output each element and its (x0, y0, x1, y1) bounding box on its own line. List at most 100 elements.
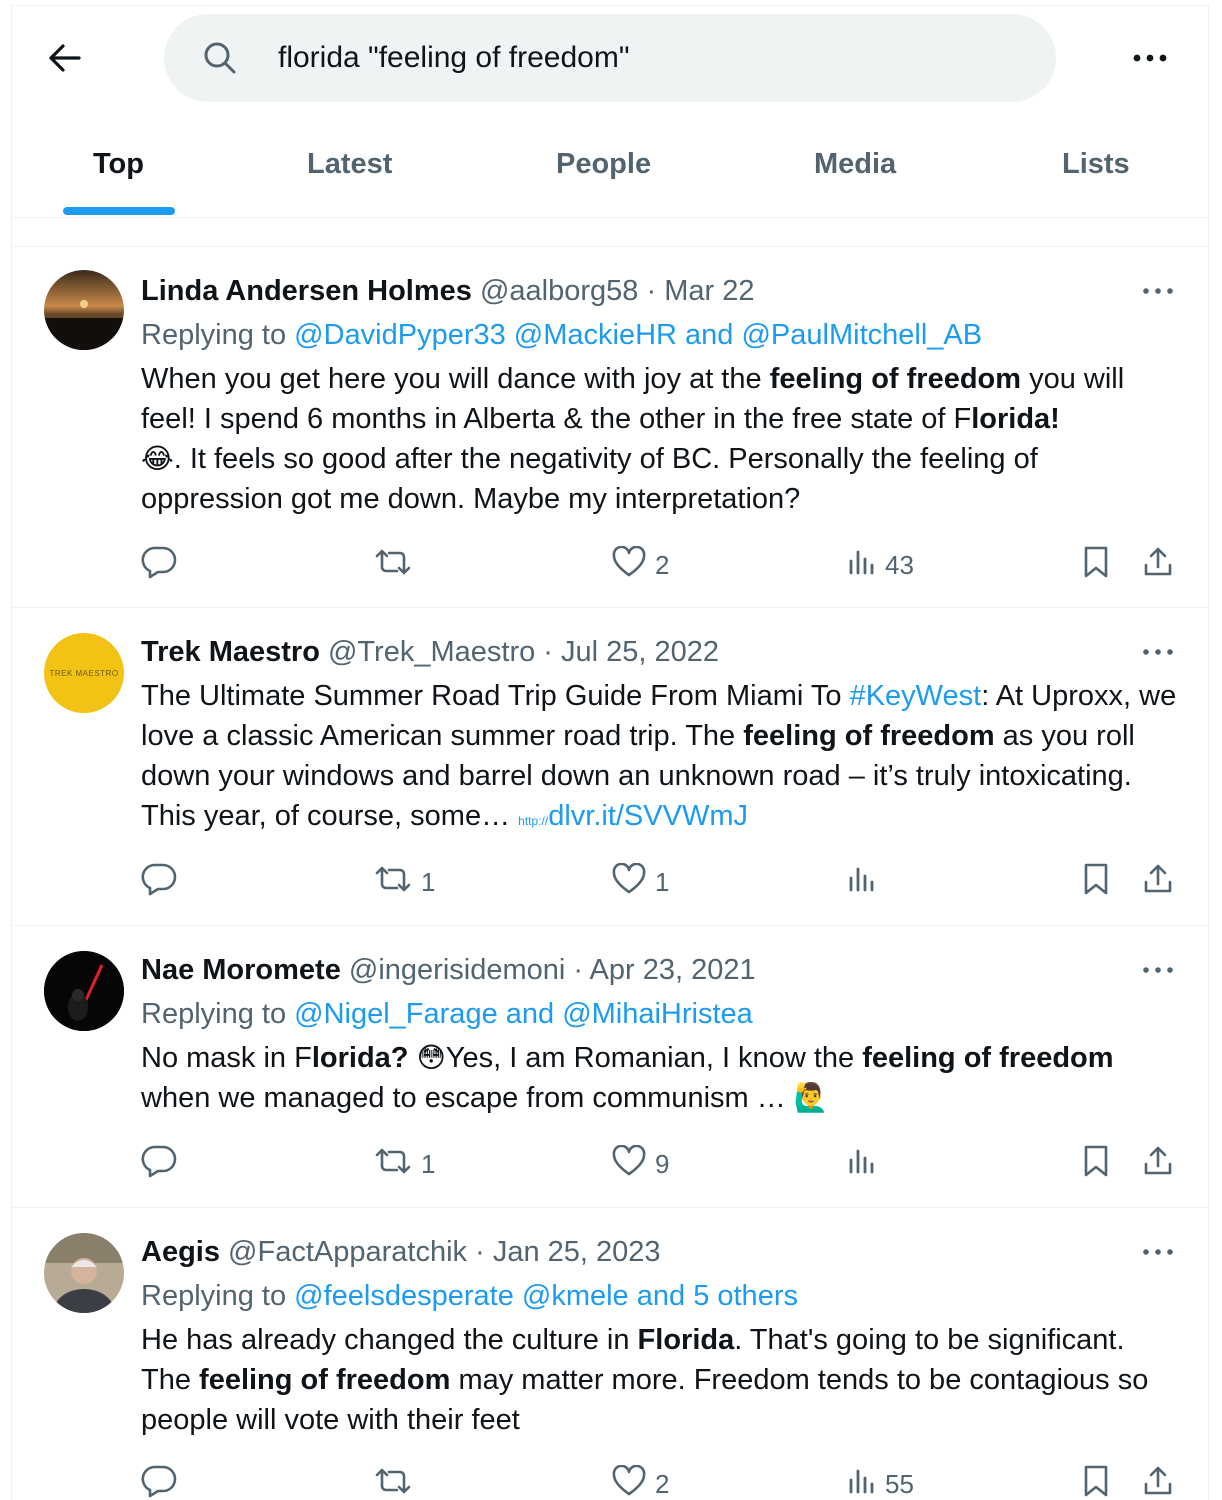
tab-latest[interactable]: Latest (307, 144, 392, 184)
search-input[interactable]: florida "feeling of freedom" (278, 38, 630, 78)
tab-top[interactable]: Top (93, 144, 144, 184)
retweet-icon (373, 1466, 413, 1500)
views-button[interactable] (847, 1144, 885, 1184)
like-button[interactable]: 2 (611, 1464, 669, 1500)
tweet-text: When you get here you will dance with jo… (141, 359, 1181, 519)
like-button[interactable]: 9 (611, 1144, 669, 1184)
reply-icon (141, 1464, 177, 1500)
separator-dot: · (475, 1236, 485, 1268)
tweet[interactable]: TREK MAESTRO Trek Maestro @Trek_Maestro … (12, 608, 1208, 926)
tweet-header: Aegis @FactApparatchik · Jan 25, 2023 (141, 1232, 661, 1272)
retweet-button[interactable]: 1 (373, 862, 435, 902)
text-part: when we managed to escape from communism… (141, 1082, 794, 1114)
handle[interactable]: @Trek_Maestro (328, 636, 535, 668)
tweet[interactable]: Linda Andersen Holmes @aalborg58 · Mar 2… (12, 247, 1208, 608)
reply-button[interactable] (141, 545, 185, 585)
bookmark-button[interactable] (1081, 862, 1111, 902)
avatar[interactable] (44, 951, 124, 1031)
link-prefix[interactable]: http:// (518, 814, 548, 828)
display-name[interactable]: Trek Maestro (141, 636, 320, 668)
handle[interactable]: @ingerisidemoni (349, 954, 565, 986)
tweet-actions: 1 9 (141, 1144, 1181, 1184)
retweet-button[interactable] (373, 545, 421, 585)
display-name[interactable]: Nae Moromete (141, 954, 341, 986)
tab-people[interactable]: People (556, 144, 651, 184)
bookmark-button[interactable] (1081, 545, 1111, 585)
tweet-more-icon[interactable] (1140, 642, 1176, 662)
replying-to: Replying to @DavidPyper33 @MackieHR and … (141, 315, 982, 355)
replying-links[interactable]: @DavidPyper33 @MackieHR and @PaulMitchel… (294, 319, 982, 351)
reply-button[interactable] (141, 1144, 185, 1184)
reply-icon (141, 862, 177, 903)
tweet-more-icon[interactable] (1140, 281, 1176, 301)
replying-links[interactable]: @feelsdesperate @kmele and 5 others (294, 1280, 798, 1312)
like-button[interactable]: 2 (611, 545, 669, 585)
emoji: 🙋‍♂️ (793, 1081, 829, 1114)
tweet-header: Linda Andersen Holmes @aalborg58 · Mar 2… (141, 271, 754, 311)
separator-dot: · (573, 954, 584, 986)
tweet[interactable]: Aegis @FactApparatchik · Jan 25, 2023 Re… (12, 1208, 1208, 1500)
handle[interactable]: @aalborg58 (480, 275, 638, 307)
display-name[interactable]: Linda Andersen Holmes (141, 275, 472, 307)
retweet-count: 1 (421, 1148, 436, 1179)
timestamp[interactable]: Jan 25, 2023 (493, 1236, 661, 1268)
tweet-more-icon[interactable] (1140, 1242, 1176, 1262)
bookmark-icon (1081, 545, 1111, 586)
text-part: He has already changed the culture in (141, 1324, 638, 1356)
reply-button[interactable] (141, 862, 185, 902)
emoji: 😳 (416, 1041, 446, 1074)
avatar[interactable]: TREK MAESTRO (44, 633, 124, 713)
timestamp[interactable]: Jul 25, 2022 (561, 636, 719, 668)
timestamp[interactable]: Mar 22 (664, 275, 754, 307)
like-button[interactable]: 1 (611, 862, 669, 902)
replying-label: Replying to (141, 998, 287, 1030)
tweet-more-icon[interactable] (1140, 960, 1176, 980)
display-name[interactable]: Aegis (141, 1236, 220, 1268)
replying-links[interactable]: @Nigel_Farage and @MihaiHristea (294, 998, 753, 1030)
like-count: 1 (655, 866, 670, 897)
text-part: When you get here you will dance with jo… (141, 363, 770, 395)
reply-button[interactable] (141, 1464, 185, 1500)
handle[interactable]: @FactApparatchik (228, 1236, 467, 1268)
share-icon (1141, 1464, 1175, 1500)
share-button[interactable] (1141, 1464, 1175, 1500)
heart-icon (611, 1144, 647, 1184)
text-part: No mask in F (141, 1042, 312, 1074)
replying-to: Replying to @feelsdesperate @kmele and 5… (141, 1276, 798, 1316)
tab-media[interactable]: Media (814, 144, 896, 184)
more-options-icon[interactable] (1130, 42, 1170, 74)
highlight: feeling of freedom (199, 1364, 451, 1396)
tab-lists[interactable]: Lists (1062, 144, 1130, 184)
avatar-logo-text: TREK MAESTRO (49, 668, 119, 678)
like-count: 2 (655, 549, 670, 580)
retweet-button[interactable]: 1 (373, 1144, 435, 1184)
views-button[interactable]: 43 (847, 545, 914, 585)
views-count: 55 (885, 1468, 914, 1499)
bookmark-button[interactable] (1081, 1144, 1111, 1184)
highlight: lorida? (311, 1042, 409, 1074)
text-part: The Ultimate Summer Road Trip Guide From… (141, 680, 850, 712)
retweet-button[interactable] (373, 1464, 421, 1500)
replying-to: Replying to @Nigel_Farage and @MihaiHris… (141, 994, 753, 1034)
hashtag-link[interactable]: #KeyWest (850, 680, 982, 712)
search-bar[interactable]: florida "feeling of freedom" (164, 14, 1056, 102)
external-link[interactable]: dlvr.it/SVVWmJ (548, 800, 748, 832)
views-button[interactable] (847, 862, 885, 902)
retweet-icon (373, 1146, 413, 1183)
bookmark-button[interactable] (1081, 1464, 1111, 1500)
views-button[interactable]: 55 (847, 1464, 914, 1500)
share-button[interactable] (1141, 1144, 1175, 1184)
back-arrow-icon[interactable] (44, 37, 86, 79)
share-icon (1141, 862, 1175, 903)
reply-icon (141, 1144, 177, 1185)
avatar[interactable] (44, 270, 124, 350)
tweet[interactable]: Nae Moromete @ingerisidemoni · Apr 23, 2… (12, 926, 1208, 1208)
timestamp[interactable]: Apr 23, 2021 (590, 954, 756, 986)
share-button[interactable] (1141, 862, 1175, 902)
separator-dot: · (543, 636, 553, 668)
share-button[interactable] (1141, 545, 1175, 585)
views-icon (847, 864, 877, 901)
avatar[interactable] (44, 1233, 124, 1313)
like-count: 9 (655, 1148, 670, 1179)
tweet-text: He has already changed the culture in Fl… (141, 1320, 1181, 1440)
